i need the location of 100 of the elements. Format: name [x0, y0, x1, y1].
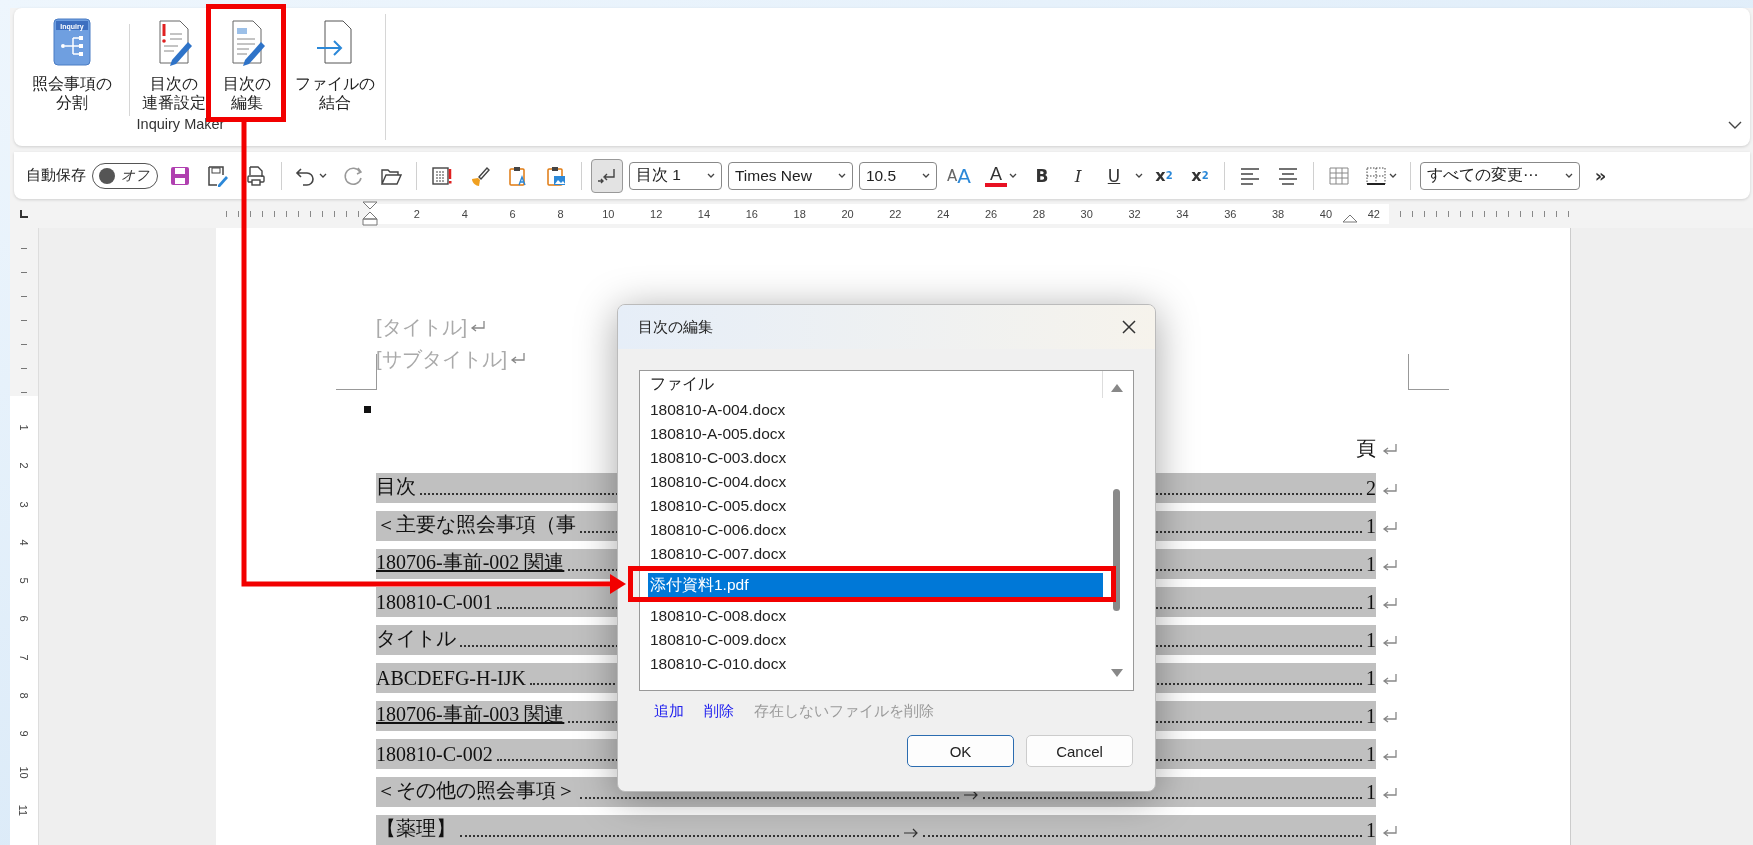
close-icon — [1121, 319, 1137, 335]
dialog-title: 目次の編集 — [638, 317, 713, 337]
indent-marker-icon[interactable] — [1342, 213, 1358, 224]
paragraph-mark-icon — [1382, 825, 1398, 839]
paragraph-mark-icon — [470, 320, 487, 334]
caret-icon — [922, 172, 931, 179]
format-button[interactable]: B — [1027, 158, 1057, 193]
ruler-number: 2 — [17, 462, 31, 469]
ruler-number: 6 — [17, 615, 31, 623]
caret-icon — [1389, 172, 1397, 179]
file-item[interactable]: 180810-C-006.docx — [648, 518, 1103, 542]
file-item[interactable]: 180810-C-007.docx — [648, 542, 1103, 566]
toc-page-number: 1 — [1366, 781, 1376, 804]
action-link[interactable]: 追加 — [654, 702, 684, 721]
toc-page-number: 1 — [1366, 591, 1376, 614]
caret-icon — [706, 172, 715, 179]
print-preview-icon — [245, 164, 267, 187]
paragraph-mark-icon — [1382, 483, 1398, 497]
toc-page-number: 1 — [1366, 743, 1376, 766]
dropdown[interactable]: 目次 1 — [629, 161, 722, 190]
file-item[interactable]: 180810-C-009.docx — [648, 628, 1103, 652]
ruler-number: 8 — [17, 692, 31, 699]
ruler-number: 3 — [17, 501, 31, 508]
ruler-number: 7 — [17, 654, 31, 661]
caret-icon — [1135, 172, 1143, 179]
file-item[interactable]: 添付資料1.pdf — [648, 573, 1103, 597]
toc-entry-title: ＜その他の照会事項＞ — [376, 778, 576, 803]
caret-icon — [1564, 172, 1573, 179]
toc-page-number: 1 — [1366, 629, 1376, 652]
file-item[interactable]: 180810-C-008.docx — [648, 604, 1103, 628]
toc-entry-title: 180706-事前-003 関連 — [376, 702, 565, 727]
toc-entry-title: 180810-C-002 — [376, 743, 493, 766]
paragraph-mark-icon — [1382, 711, 1398, 725]
toc-page-number: 1 — [1366, 819, 1376, 842]
caret-icon — [319, 172, 327, 179]
autosave-toggle[interactable]: オフ — [92, 162, 158, 189]
file-item[interactable]: 180810-C-003.docx — [648, 446, 1103, 470]
table-icon — [1328, 164, 1350, 187]
indent-marker-icon[interactable] — [362, 200, 378, 227]
paragraph-mark-icon — [1382, 749, 1398, 763]
toc-page-number: 1 — [1366, 515, 1376, 538]
scroll-down-icon[interactable] — [1110, 668, 1124, 678]
scroll-up-icon[interactable] — [1110, 383, 1124, 393]
action-link[interactable]: 削除 — [704, 702, 734, 721]
toc-entry-title: ABCDEFG-H-IJK — [376, 667, 526, 690]
document-list-icon — [431, 164, 453, 187]
format-button[interactable]: U — [1099, 158, 1129, 193]
font-color-button[interactable]: A — [981, 158, 1021, 193]
dropdown[interactable]: 10.5 — [858, 161, 938, 190]
ruler-number: 5 — [17, 577, 31, 584]
save-icon — [169, 164, 191, 187]
toc-entry-title: 180810-C-001 — [376, 591, 493, 614]
column-header: ファイル — [648, 371, 1103, 398]
flowchart-icon — [52, 18, 92, 66]
toc-page-number: 2 — [1366, 477, 1376, 500]
page-column-heading: 頁 — [1356, 435, 1376, 461]
toc-entry-title: タイトル — [376, 626, 456, 651]
dropdown[interactable]: Times New — [727, 161, 853, 190]
paragraph-mark-icon — [510, 352, 527, 366]
ribbon-button[interactable]: 目次の 連番設定 — [139, 14, 209, 116]
ruler-number: 11 — [17, 804, 31, 817]
tab-stop-icon — [19, 208, 29, 219]
chevron-down-icon — [1728, 120, 1742, 130]
borders-icon — [1365, 164, 1387, 187]
ruler-number: 10 — [17, 766, 31, 779]
caret-icon — [1009, 172, 1017, 179]
dropdown[interactable]: すべての変更⋯ — [1420, 161, 1580, 190]
format-button[interactable]: x$^{2}$ — [1149, 158, 1179, 193]
file-item[interactable]: 180810-A-005.docx — [648, 422, 1103, 446]
file-item[interactable]: 180810-C-010.docx — [648, 652, 1103, 676]
ribbon-button[interactable]: 目次の 編集 — [212, 14, 282, 116]
scrollbar-thumb[interactable] — [1113, 489, 1120, 611]
paragraph-mark-icon — [1382, 787, 1398, 801]
more-button[interactable]: » — [1585, 158, 1616, 193]
document-arrow-icon — [315, 18, 355, 66]
toc-entry-title: ＜主要な照会事項（事 — [376, 512, 576, 537]
ribbon-button[interactable]: ファイルの 結合 — [293, 14, 377, 116]
ruler-number: 9 — [17, 730, 31, 737]
paragraph-mark-icon — [1382, 559, 1398, 573]
toc-page-number: 1 — [1366, 705, 1376, 728]
ruler-number: 4 — [17, 539, 31, 546]
paragraph-mark-icon — [1382, 443, 1398, 457]
brush-icon — [469, 164, 491, 187]
toc-entry-title: 180706-事前-002 関連 — [376, 550, 565, 575]
paragraph-mark-icon — [1382, 635, 1398, 649]
toc-page-number: 1 — [1366, 667, 1376, 690]
file-item[interactable]: 180810-A-004.docx — [648, 398, 1103, 422]
dialog-button[interactable]: OK — [907, 735, 1014, 767]
autosave-label: 自動保存 — [26, 166, 86, 185]
redo-icon — [342, 164, 364, 187]
file-item[interactable]: 180810-C-005.docx — [648, 494, 1103, 518]
paragraph-mark-icon — [1382, 673, 1398, 687]
clipboard-icon — [507, 164, 529, 187]
crop-mark — [336, 354, 377, 390]
paragraph-mark-icon — [1382, 597, 1398, 611]
dialog-button[interactable]: Cancel — [1026, 735, 1133, 767]
toc-entry-title: 目次 — [376, 474, 416, 499]
file-item[interactable]: 180810-C-004.docx — [648, 470, 1103, 494]
clipboard-image-icon — [545, 164, 567, 187]
format-button[interactable]: I — [1063, 158, 1093, 193]
